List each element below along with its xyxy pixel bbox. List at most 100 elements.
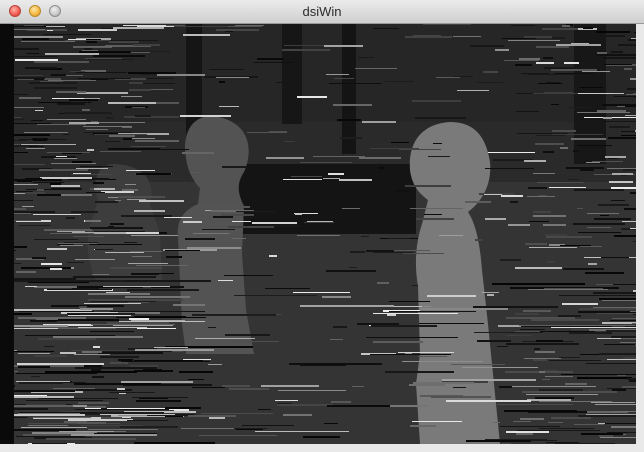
noise-streak <box>100 151 141 152</box>
depth-map-canvas <box>0 24 636 444</box>
noise-streak <box>234 295 317 296</box>
noise-streak <box>11 29 45 30</box>
noise-streak <box>586 162 600 163</box>
noise-streak <box>89 46 113 47</box>
noise-streak <box>21 41 75 42</box>
noise-streak <box>94 134 147 135</box>
noise-streak <box>28 425 68 426</box>
noise-streak <box>418 356 447 357</box>
noise-streak <box>485 168 534 169</box>
noise-streak <box>477 82 503 83</box>
noise-streak <box>591 402 635 403</box>
noise-streak <box>295 213 302 215</box>
noise-streak <box>534 348 540 350</box>
noise-streak <box>324 45 363 47</box>
noise-streak <box>48 80 96 81</box>
noise-streak <box>585 272 624 274</box>
noise-streak <box>457 90 489 91</box>
noise-streak <box>528 74 577 75</box>
noise-streak <box>621 135 636 136</box>
noise-streak <box>41 263 62 265</box>
noise-streak <box>136 400 181 402</box>
noise-streak <box>130 365 158 367</box>
noise-streak <box>409 384 445 386</box>
noise-streak <box>284 141 295 142</box>
noise-streak <box>110 311 205 312</box>
noise-streak <box>81 425 143 426</box>
noise-streak <box>607 168 636 169</box>
noise-streak <box>133 44 160 46</box>
noise-streak <box>32 432 97 434</box>
noise-streak <box>121 361 210 362</box>
noise-streak <box>529 221 549 222</box>
noise-streak <box>219 106 239 107</box>
noise-streak <box>56 91 86 93</box>
noise-streak <box>118 359 133 361</box>
noise-streak <box>501 443 511 444</box>
noise-streak <box>329 83 382 84</box>
noise-streak <box>78 402 109 404</box>
noise-streak <box>377 282 389 284</box>
noise-streak <box>94 188 115 190</box>
noise-streak <box>39 169 88 171</box>
noise-streak <box>258 409 271 410</box>
noise-streak <box>33 214 81 215</box>
noise-streak <box>579 308 636 310</box>
noise-streak <box>385 81 414 82</box>
noise-streak <box>88 59 134 60</box>
noise-streak <box>46 438 136 440</box>
noise-streak <box>596 54 636 56</box>
noise-streak <box>562 25 570 27</box>
noise-streak <box>91 369 101 371</box>
noise-streak <box>373 252 414 253</box>
noise-streak <box>543 224 566 226</box>
person-left-silhouette <box>177 116 254 354</box>
noise-streak <box>6 278 76 280</box>
noise-streak <box>132 107 145 108</box>
noise-streak <box>94 433 157 434</box>
noise-streak <box>18 366 50 368</box>
noise-streak <box>58 328 116 329</box>
noise-streak <box>549 360 601 361</box>
resize-grip[interactable] <box>634 442 644 452</box>
noise-streak <box>322 296 351 298</box>
noise-streak <box>50 183 61 185</box>
noise-streak <box>93 182 104 184</box>
noise-streak <box>361 236 369 237</box>
noise-streak <box>261 385 319 387</box>
noise-streak <box>378 167 384 169</box>
noise-streak <box>69 99 98 101</box>
noise-streak <box>25 335 115 336</box>
noise-streak <box>22 38 49 40</box>
noise-streak <box>51 163 96 164</box>
noise-streak <box>143 369 162 370</box>
noise-streak <box>225 334 270 336</box>
noise-streak <box>536 340 563 342</box>
noise-streak <box>578 145 612 146</box>
noise-streak <box>37 189 44 191</box>
noise-streak <box>531 319 599 321</box>
noise-streak <box>93 55 145 57</box>
noise-streak <box>419 323 484 324</box>
noise-streak <box>60 245 83 246</box>
noise-streak <box>326 74 349 75</box>
noise-streak <box>611 51 623 53</box>
noise-streak <box>597 313 636 314</box>
noise-streak <box>483 71 498 73</box>
noise-streak <box>183 34 230 36</box>
noise-streak <box>67 262 84 263</box>
noise-streak <box>388 238 410 239</box>
noise-streak <box>199 435 277 436</box>
noise-streak <box>53 336 143 338</box>
noise-streak <box>506 431 549 433</box>
noise-streak <box>128 263 168 264</box>
noise-streak <box>236 211 275 212</box>
title-bar[interactable]: dsiWin <box>0 0 644 24</box>
noise-streak <box>229 388 269 390</box>
noise-streak <box>537 182 584 183</box>
noise-streak <box>410 208 463 209</box>
noise-streak <box>366 337 458 338</box>
noise-streak <box>19 97 41 99</box>
noise-streak <box>482 292 499 293</box>
noise-streak <box>19 311 94 312</box>
